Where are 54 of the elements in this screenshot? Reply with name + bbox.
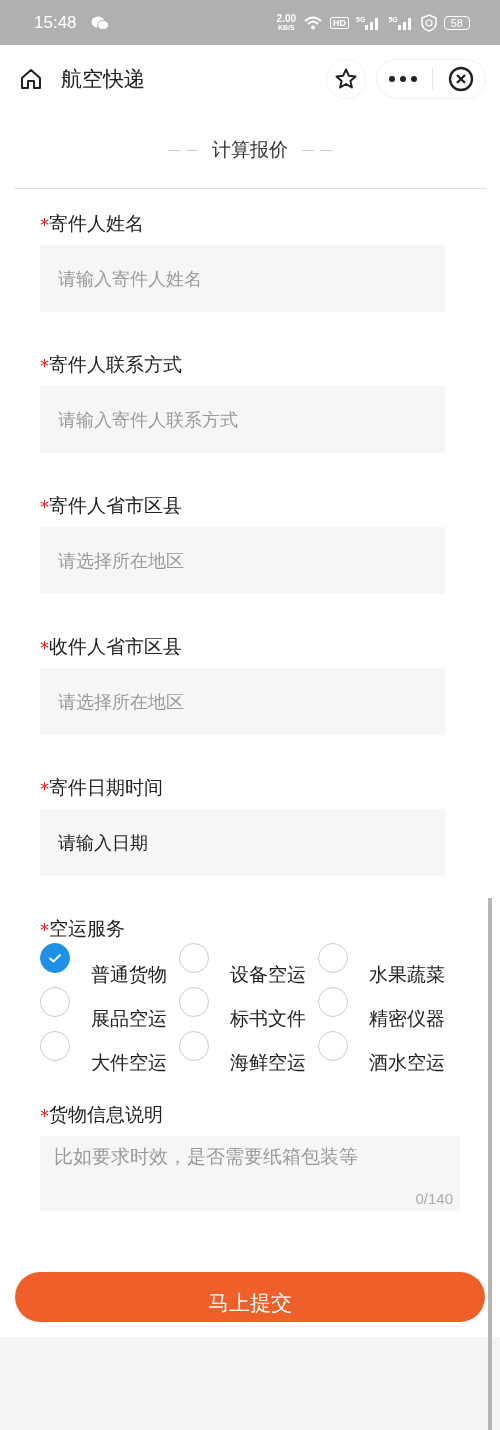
input-field[interactable]: 请输入寄件人联系方式 [40,386,445,453]
option-label: 标书文件 [230,1006,306,1031]
option-label: 设备空运 [230,962,306,987]
option-label: 展品空运 [91,1006,167,1031]
more-icon[interactable] [388,74,419,83]
character-counter: 0/140 [415,1190,453,1207]
field-label: 货物信息说明 [49,1102,163,1127]
radio-button[interactable] [318,943,348,973]
chat-bubbles-icon [90,15,109,30]
field-label: 空运服务 [49,916,125,941]
wifi-icon [303,15,324,30]
field-label: 收件人省市区县 [49,634,182,659]
input-field[interactable]: 请输入寄件人姓名 [40,245,445,312]
close-icon[interactable] [447,65,474,92]
check-icon [48,953,62,963]
option-label: 水果蔬菜 [369,962,445,987]
required-mark: * [40,1104,49,1126]
radio-button[interactable] [40,943,70,973]
favorite-button[interactable] [326,58,366,99]
input-field[interactable]: 请选择所在地区 [40,527,445,594]
required-mark: * [40,777,49,799]
field-label: 寄件人省市区县 [49,493,182,518]
hd-badge: HD [330,16,350,29]
radio-button[interactable] [40,987,70,1017]
field-label: 寄件日期时间 [49,775,163,800]
required-mark: * [40,636,49,658]
required-mark: * [40,918,49,940]
clock-time: 15:48 [34,12,77,33]
option-label: 普通货物 [91,962,167,987]
network-speed: 2.00 [276,14,297,24]
home-icon[interactable] [19,66,43,91]
option-label: 酒水空运 [369,1050,445,1075]
battery-indicator: 58 [443,15,470,30]
radio-button[interactable] [179,1031,209,1061]
option-label: 大件空运 [91,1050,167,1075]
radio-button[interactable] [179,943,209,973]
input-field[interactable]: 请选择所在地区 [40,668,445,735]
required-mark: * [40,495,49,517]
page-title: 航空快递 [61,65,145,93]
option-label: 海鲜空运 [230,1050,306,1075]
radio-button[interactable] [318,1031,348,1061]
required-mark: * [40,354,49,376]
input-field[interactable]: 请输入日期 [40,809,445,876]
option-label: 精密仪器 [369,1006,445,1031]
radio-button[interactable] [318,987,348,1017]
field-label: 寄件人姓名 [49,211,144,236]
section-title: 计算报价 [212,137,288,162]
shield-icon [420,13,437,32]
radio-button[interactable] [40,1031,70,1061]
field-label: 寄件人联系方式 [49,352,182,377]
required-mark: * [40,213,49,235]
signal-icon [397,15,414,30]
radio-button[interactable] [179,987,209,1017]
star-icon [334,66,358,91]
